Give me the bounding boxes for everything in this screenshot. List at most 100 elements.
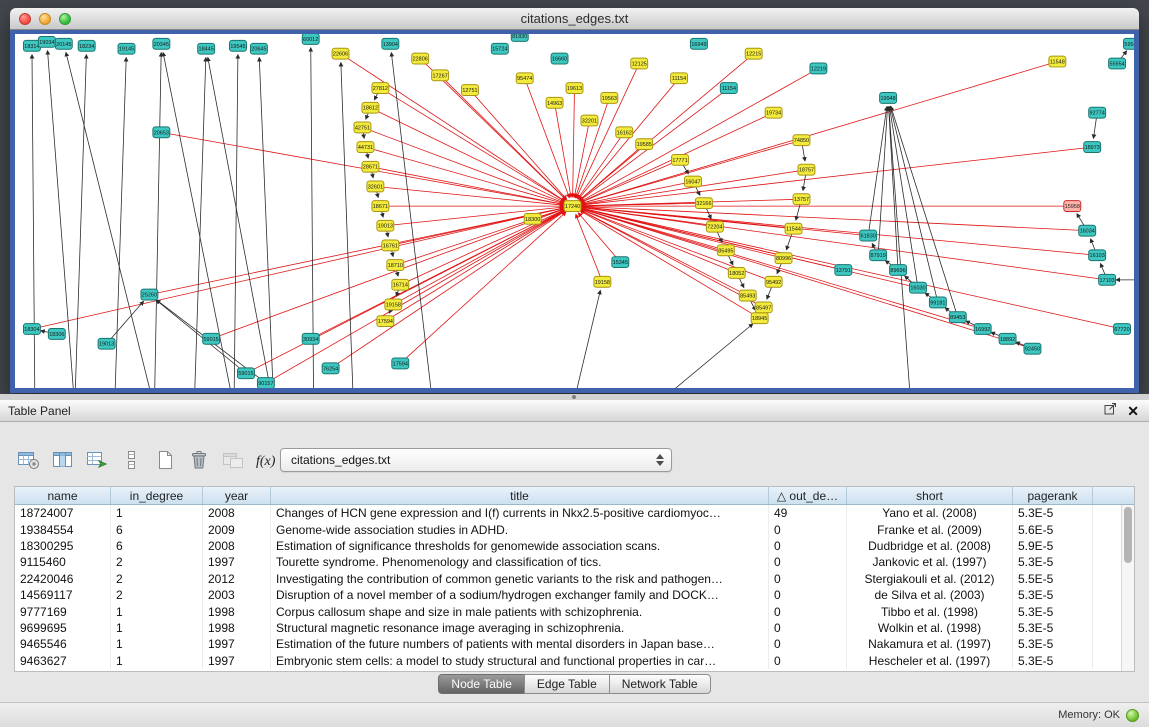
graph-node[interactable]: 17240 (564, 201, 581, 212)
table-scrollbar[interactable] (1121, 505, 1134, 671)
graph-node[interactable]: 44731 (357, 142, 374, 153)
graph-node[interactable]: 19948 (880, 93, 897, 104)
tab-network-table[interactable]: Network Table (609, 674, 711, 694)
show-columns-button[interactable] (50, 446, 76, 474)
graph-node[interactable]: 18300 (524, 213, 541, 224)
graph-node[interactable]: 20345 (153, 38, 170, 49)
graph-node[interactable]: 59015 (238, 368, 255, 379)
table-row[interactable]: 1830029562008Estimation of significance … (15, 538, 1121, 554)
graph-node[interactable]: 32601 (367, 181, 384, 192)
close-panel-button[interactable]: ✕ (1127, 400, 1139, 422)
graph-node[interactable]: 16047 (685, 176, 702, 187)
import-table-button[interactable] (84, 446, 110, 474)
graph-node[interactable]: 18671 (372, 201, 389, 212)
graph-node[interactable]: 16992 (974, 324, 991, 335)
graph-node[interactable]: 32201 (581, 115, 598, 126)
graph-node[interactable]: 90157 (257, 378, 274, 388)
graph-node[interactable]: 59015 (203, 333, 220, 344)
graph-node[interactable]: 16714 (392, 279, 409, 290)
network-canvas[interactable]: 1724017771160473216672204854951805285493… (15, 34, 1134, 388)
graph-node[interactable]: 95492 (765, 276, 782, 287)
graph-node[interactable]: 17594 (392, 358, 409, 369)
graph-node[interactable]: 12125 (631, 58, 648, 69)
table-row[interactable]: 1938455462009Genome-wide association stu… (15, 521, 1121, 537)
column-header-pagerank[interactable]: pagerank (1013, 487, 1093, 504)
graph-node[interactable]: 89453 (949, 312, 966, 323)
graph-node[interactable]: 11154 (671, 73, 688, 84)
graph-node[interactable]: 19585 (636, 139, 653, 150)
graph-node[interactable]: 19013 (377, 220, 394, 231)
graph-node[interactable]: 16103 (1089, 250, 1106, 261)
graph-node[interactable]: 89696 (890, 265, 907, 276)
graph-node[interactable]: 20145 (55, 38, 72, 49)
column-header-short[interactable]: short (847, 487, 1013, 504)
window-titlebar[interactable]: citations_edges.txt (10, 8, 1139, 30)
graph-node[interactable]: 22806 (412, 53, 429, 64)
new-column-button[interactable] (152, 446, 178, 474)
graph-node[interactable]: 17594 (377, 316, 394, 327)
graph-node[interactable]: 55954 (1109, 58, 1126, 69)
graph-node[interactable]: 19545 (230, 40, 247, 51)
graph-node[interactable]: 67720 (1114, 324, 1131, 335)
graph-node[interactable]: 18234 (78, 40, 95, 51)
graph-node[interactable]: 81830 (511, 34, 528, 41)
graph-node[interactable]: 19158 (385, 299, 402, 310)
graph-node[interactable]: 15724 (491, 43, 508, 54)
graph-node[interactable]: 99181 (929, 297, 946, 308)
graph-node[interactable]: 19158 (594, 276, 611, 287)
graph-node[interactable]: 76254 (322, 363, 339, 374)
graph-node[interactable]: 18945 (751, 313, 768, 324)
graph-node[interactable]: 19145 (118, 43, 135, 54)
graph-node[interactable]: 16162 (616, 127, 633, 138)
graph-node[interactable]: 18304 (23, 324, 40, 335)
function-builder-button[interactable]: f(x) (254, 446, 280, 474)
table-row[interactable]: 1872400712008Changes of HCN gene express… (15, 505, 1121, 521)
graph-node[interactable]: 20645 (250, 43, 267, 54)
graph-node[interactable]: 18892 (999, 333, 1016, 344)
table-row[interactable]: 2242004622012Investigating the contribut… (15, 571, 1121, 587)
graph-node[interactable]: 95474 (516, 73, 533, 84)
window-close-button[interactable] (19, 13, 31, 25)
column-header-title[interactable]: title (271, 487, 769, 504)
graph-node[interactable]: 74850 (793, 135, 810, 146)
table-row[interactable]: 946362711997Embryonic stem cells: a mode… (15, 653, 1121, 669)
tab-edge-table[interactable]: Edge Table (524, 674, 610, 694)
graph-node[interactable]: 92774 (1089, 107, 1106, 118)
graph-node[interactable]: 32166 (695, 198, 712, 209)
graph-node[interactable]: 19034 (38, 36, 55, 47)
tab-node-table[interactable]: Node Table (438, 674, 525, 694)
delete-column-button[interactable] (186, 446, 212, 474)
graph-node[interactable]: 18612 (362, 102, 379, 113)
graph-node[interactable]: 12215 (745, 48, 762, 59)
graph-node[interactable]: 59542 (1124, 38, 1134, 49)
graph-node[interactable]: 13791 (835, 265, 852, 276)
merge-table-button[interactable] (220, 446, 246, 474)
column-header-name[interactable]: name (15, 487, 111, 504)
graph-node[interactable]: 17267 (432, 70, 449, 81)
graph-node[interactable]: 30934 (302, 333, 319, 344)
graph-node[interactable]: 12751 (462, 85, 479, 96)
graph-node[interactable]: 20653 (153, 127, 170, 138)
graph-node[interactable]: 11548 (1049, 56, 1066, 67)
graph-node[interactable]: 80996 (775, 253, 792, 264)
graph-node[interactable]: 87919 (870, 250, 887, 261)
graph-node[interactable]: 16660 (551, 53, 568, 64)
graph-node[interactable]: 15345 (612, 257, 629, 268)
row-tools-button[interactable] (118, 446, 144, 474)
graph-node[interactable]: 17771 (672, 154, 689, 165)
graph-node[interactable]: 11544 (785, 223, 802, 234)
table-row[interactable]: 911546021997Tourette syndrome. Phenomeno… (15, 554, 1121, 570)
graph-node[interactable]: 13904 (382, 38, 399, 49)
graph-node[interactable]: 18052 (728, 268, 745, 279)
graph-node[interactable]: 22606 (332, 48, 349, 59)
graph-node[interactable]: 18445 (198, 43, 215, 54)
graph-node[interactable]: 17103 (1099, 274, 1116, 285)
window-minimize-button[interactable] (39, 13, 51, 25)
graph-node[interactable]: 16949 (690, 38, 707, 49)
graph-node[interactable]: 19563 (601, 93, 618, 104)
table-row[interactable]: 946554611997Estimation of the future num… (15, 636, 1121, 652)
column-header-year[interactable]: year (203, 487, 271, 504)
graph-node[interactable]: 42751 (354, 122, 371, 133)
column-header-out_degree[interactable]: △ out_de… (769, 487, 847, 504)
graph-node[interactable]: 25260 (141, 289, 158, 300)
